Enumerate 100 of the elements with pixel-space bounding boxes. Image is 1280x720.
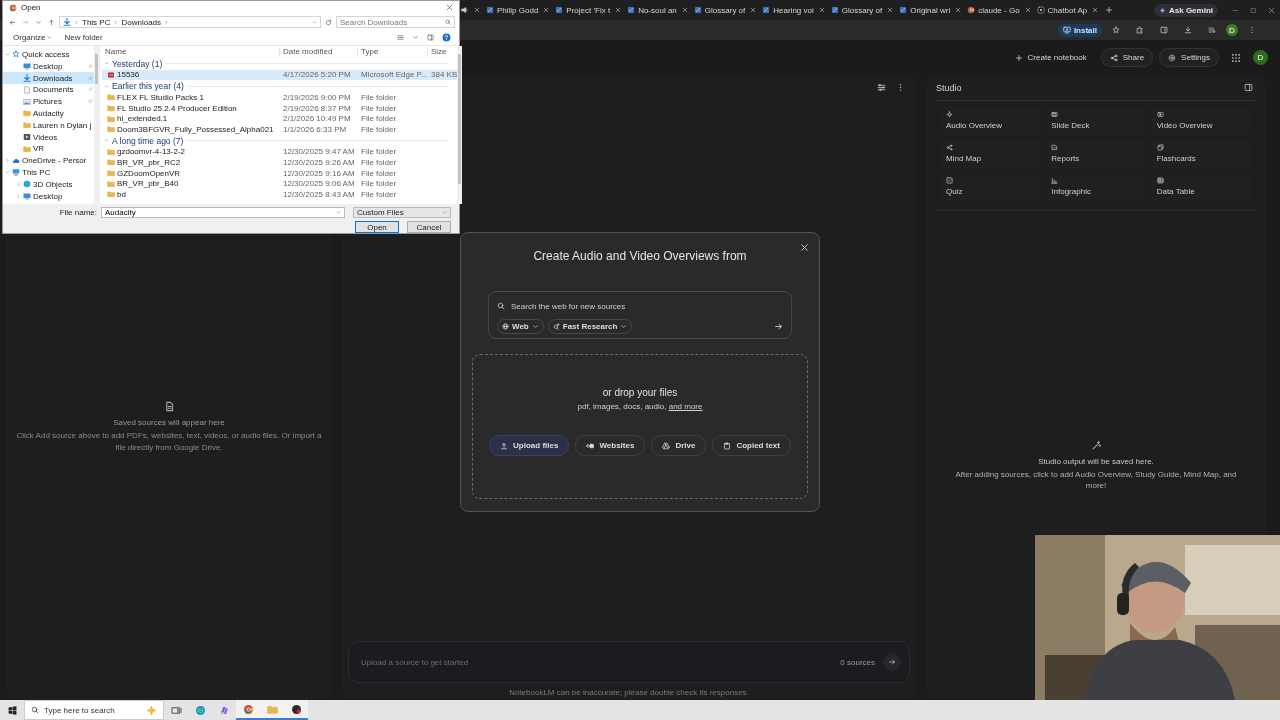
address-bar[interactable]: This PC Downloads [59,16,321,29]
browser-tab[interactable]: No-soul an [624,2,691,18]
cancel-button[interactable]: Cancel [407,221,451,233]
tab-close-button[interactable] [818,7,825,13]
close-button[interactable] [446,4,453,12]
file-row[interactable]: hl_extended.1 2/1/2026 10:49 PM File folder [102,113,457,124]
install-button[interactable]: Install [1057,23,1102,37]
folder-tree-item[interactable]: Quick access [3,48,94,61]
search-field[interactable]: Type here to search [44,705,141,715]
table-icon [1156,177,1164,184]
search-field[interactable]: Search Downloads [340,17,445,27]
group-header[interactable]: Yesterday (1) [102,57,457,70]
tab-close-button[interactable] [615,7,622,13]
file-name: FLEX FL Studio Packs 1 [117,92,204,102]
tab-close-button[interactable] [681,7,688,13]
folder-tree-item[interactable]: Videos [3,131,94,143]
folder-tree-item[interactable]: VR [3,142,94,155]
new-folder-button[interactable]: New folder [60,31,107,43]
file-row[interactable]: FL Studio 25.2.4 Producer Edition 2/19/2026 8:37 PM File folder [102,102,457,114]
taskbar-search-box[interactable]: Type here to search [24,700,164,720]
source-button[interactable]: Upload files [489,435,570,456]
scrollbar[interactable] [457,45,462,204]
more-link[interactable]: and more [668,402,703,411]
folder-tree-item[interactable]: 3D Objects [3,178,94,191]
column-header[interactable]: Type [358,47,428,57]
folder-tree-item[interactable]: Pictures [3,95,94,108]
file-name-combo[interactable]: Audacity [101,207,345,218]
column-header[interactable]: Name [102,47,280,57]
message-field[interactable]: Upload a source to get started [361,657,833,667]
file-row[interactable]: 15536 4/17/2026 5:20 PM Microsoft Edge P... 384 KB [102,69,457,81]
up-button[interactable] [46,17,57,27]
folder-tree-item[interactable]: Audacity [3,107,94,120]
back-button[interactable] [7,17,18,27]
submit-button[interactable] [774,322,783,331]
open-button[interactable]: Open [355,221,399,233]
browser-tab[interactable]: Glossary of [690,2,760,18]
folder-tree-item[interactable]: Lauren n Dylan j [3,119,94,132]
share-button[interactable]: Share [1100,48,1154,67]
source-button[interactable]: Drive [651,435,707,456]
group-header[interactable]: Earlier this year (4) [102,80,457,93]
create-notebook-button[interactable]: Create notebook [1006,49,1095,66]
source-button[interactable]: Copied text [712,435,791,456]
settings-button[interactable]: Settings [1159,48,1219,67]
file-row[interactable]: gzdoomvr-4-13-2-2 12/30/2025 9:47 AM File folder [102,146,457,158]
file-name-field[interactable]: Audacity [105,208,336,217]
folder-tree-item[interactable]: Documents [3,83,94,96]
taskbar-app-button[interactable] [284,700,308,720]
tab-close-button[interactable] [1024,7,1031,13]
browser-tab[interactable]: Glossary of [827,2,897,18]
close-icon [955,7,962,13]
folder-tree-item[interactable]: This PC [3,166,94,179]
profile-avatar[interactable]: D [1226,24,1238,36]
file-type-dropdown[interactable]: Custom Files [353,207,451,218]
task-view-icon [170,704,182,716]
browser-tab[interactable]: Chatbot Ap [1033,2,1102,18]
file-row[interactable]: BR_VR_pbr_RC2 12/30/2025 9:26 AM File folder [102,157,457,168]
tab-close-button[interactable] [1092,7,1099,13]
file-row[interactable]: BR_VR_pbr_B40 12/30/2025 9:06 AM File folder [102,178,457,189]
file-row[interactable]: Doom3BFGVR_Fully_Possessed_Alpha021 1/1/2026 6:33 PM File folder [102,123,457,135]
drop-zone[interactable]: or drop your files pdf, images, docs, audio, and more Upload files Websites Drive Copied text [472,354,808,499]
view-options-button[interactable] [395,32,406,42]
tab-close-button[interactable] [750,7,757,13]
folder-tree-item[interactable]: Desktop [3,60,94,73]
ask-gemini-button[interactable]: Ask Gemini [1154,3,1218,17]
search-box[interactable]: Search Downloads [336,16,455,29]
file-row[interactable]: FLEX FL Studio Packs 1 2/19/2026 9:00 PM File folder [102,92,457,103]
folder-tree-item[interactable]: Downloads [3,72,94,84]
tab-close-button[interactable] [474,7,480,13]
refresh-button[interactable] [323,17,334,27]
group-header[interactable]: A long time ago (7) [102,134,457,147]
file-row[interactable]: GZDoomOpenVR 12/30/2025 9:16 AM File folder [102,167,457,179]
search-field[interactable]: Search the web for new sources [511,301,783,311]
browser-tab[interactable]: Hearing voi [759,2,828,18]
tab-close-button[interactable] [543,7,550,13]
source-button[interactable]: Websites [575,435,646,456]
organize-menu[interactable]: Organize [9,31,57,43]
date-modified: 12/30/2025 9:16 AM [282,168,356,178]
account-avatar[interactable]: D [1253,50,1268,65]
column-header[interactable]: Size [428,47,457,57]
tab-close-button[interactable] [887,7,894,13]
browser-tab[interactable]: Philip Godd [483,2,553,18]
folder-tree-item[interactable]: Desktop [3,190,94,202]
tab-close-button[interactable] [955,7,962,13]
folder-tree-item[interactable]: OneDrive - Persor [3,154,94,167]
pdf-file-icon [107,70,115,79]
column-header[interactable]: Date modified [280,47,358,57]
cloud-icon [12,156,20,165]
scrollbar[interactable] [94,45,99,204]
browser-tab[interactable]: Original wri [896,2,965,18]
browser-tab[interactable]: claude - Go [964,2,1034,18]
file-type: File folder [360,168,398,178]
new-tab-button[interactable] [1105,6,1114,14]
send-button[interactable] [883,653,901,671]
browser-tab[interactable]: Project 'Fix t [552,2,625,18]
file-name: GZDoomOpenVR [117,168,181,178]
help-button[interactable] [440,31,453,43]
close-icon [1092,7,1099,13]
preview-pane-button[interactable] [425,32,436,42]
file-type: File folder [360,179,398,189]
file-row[interactable]: bd 12/30/2025 8:43 AM File folder [102,188,457,200]
